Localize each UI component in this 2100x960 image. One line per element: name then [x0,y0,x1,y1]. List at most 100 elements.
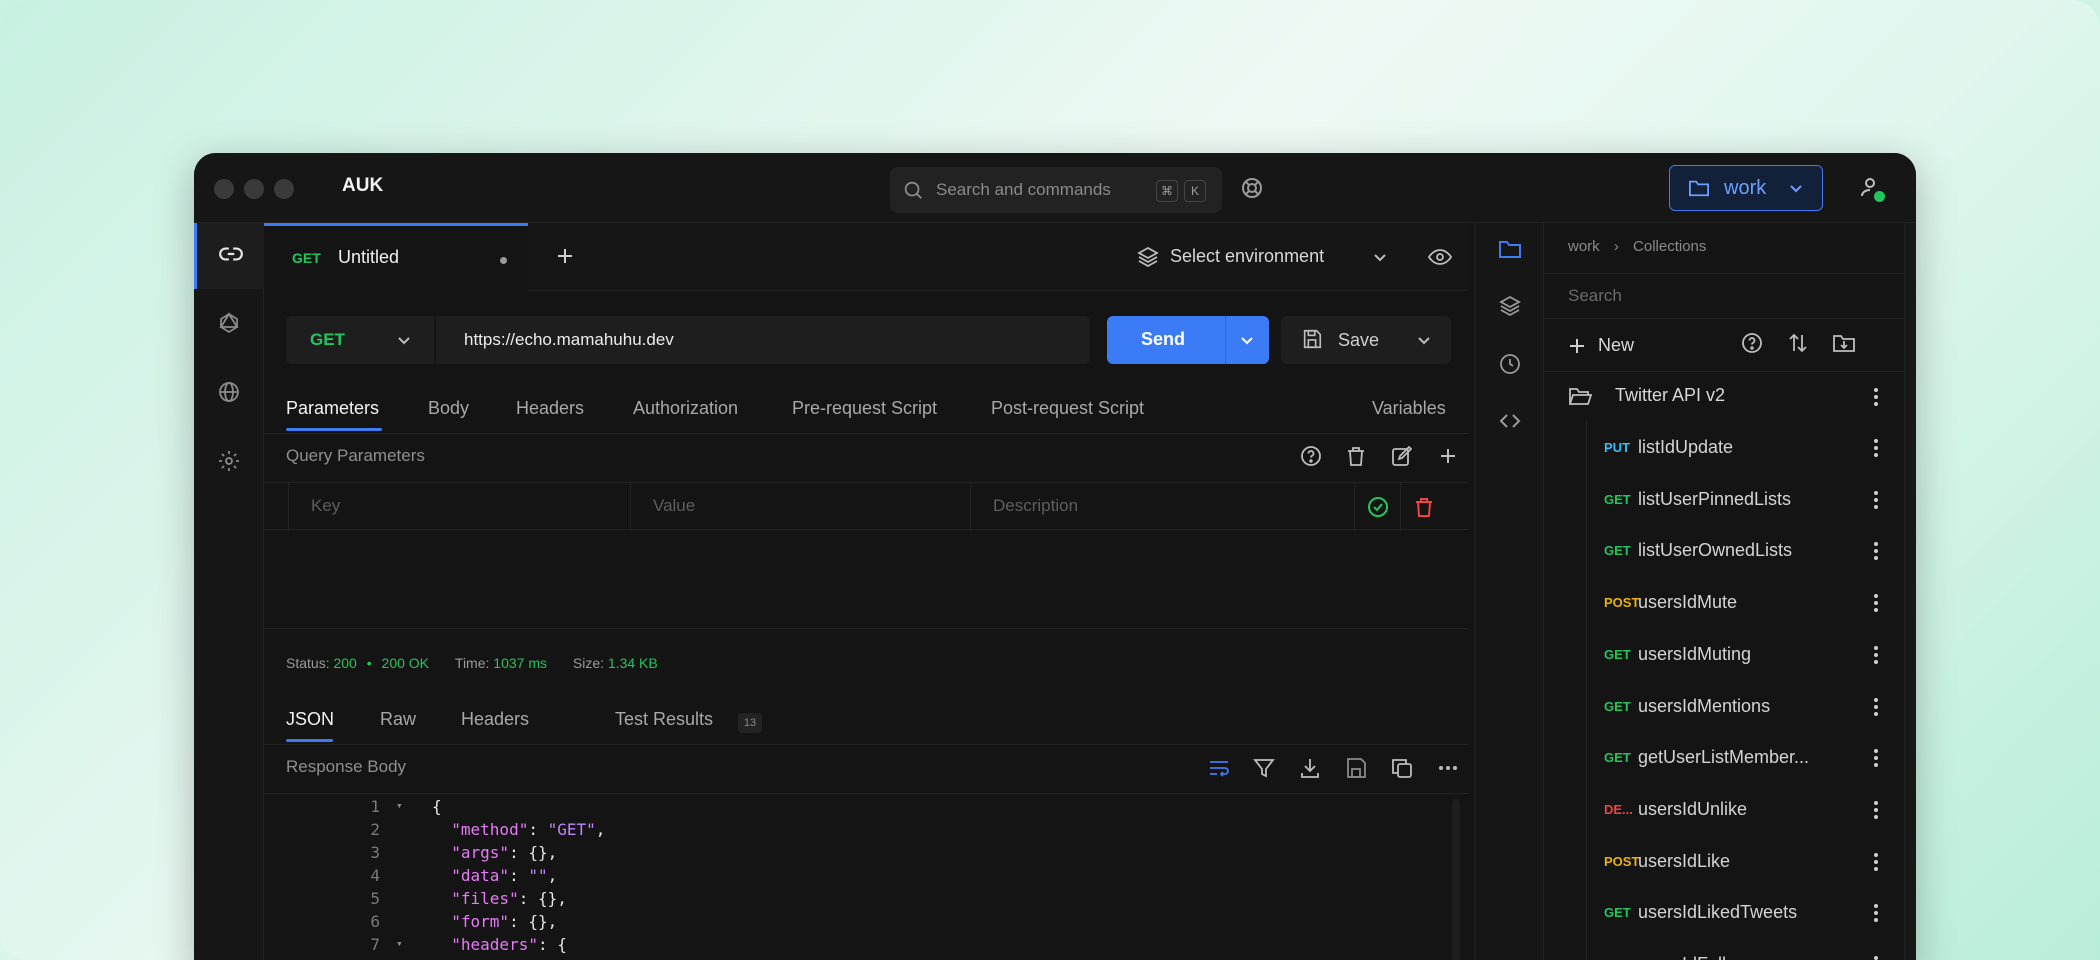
code-line: 6 "form": {}, [264,912,1468,935]
tab-pre-request-script[interactable]: Pre-request Script [792,398,937,419]
more-vertical-icon[interactable] [1864,850,1888,879]
help-icon[interactable] [1299,444,1323,473]
collections-search-input[interactable] [1544,273,1904,319]
unsaved-dot[interactable] [500,257,507,264]
collection-request-item[interactable]: POSTusersIdFollow [1586,940,1904,960]
tab-raw[interactable]: Raw [380,709,416,730]
copy-icon[interactable] [1390,756,1414,785]
collection-folder[interactable]: Twitter API v2 [1544,371,1904,421]
breadcrumb-item-workspace[interactable]: work [1568,238,1600,255]
more-vertical-icon[interactable] [1864,539,1888,568]
command-search[interactable]: Search and commands ⌘ K [890,167,1222,213]
save-button[interactable]: Save [1281,316,1451,364]
chevron-right-icon: › [1613,238,1619,255]
collection-request-item[interactable]: PUT listIdUpdate [1586,423,1904,475]
send-button[interactable]: Send [1107,316,1269,364]
more-vertical-icon[interactable] [1864,798,1888,827]
fold-toggle-icon[interactable]: ▾ [396,937,403,950]
more-vertical-icon[interactable] [1864,695,1888,724]
environment-selector[interactable]: Select environment [1128,223,1408,291]
rail-item-history[interactable] [1475,338,1545,394]
more-vertical-icon[interactable] [1864,436,1888,465]
code-scrollbar[interactable] [1452,799,1460,960]
fold-toggle-icon[interactable]: ▾ [396,799,403,812]
request-method-badge: DE... [1604,801,1633,817]
more-vertical-icon[interactable] [1864,643,1888,672]
tab-authorization[interactable]: Authorization [633,398,738,419]
window-close-button[interactable] [214,179,234,199]
collection-request-item[interactable]: GET listUserPinnedLists [1586,475,1904,527]
tab-variables[interactable]: Variables [1372,398,1446,419]
right-sidebar-rail [1474,223,1544,960]
collection-request-item[interactable]: GET usersIdLikedTweets [1586,888,1904,940]
more-vertical-icon[interactable] [1864,901,1888,930]
more-options-icon[interactable] [1436,756,1460,785]
import-icon[interactable] [1832,331,1856,360]
check-circle-icon[interactable] [1366,495,1390,524]
collection-request-item[interactable]: GET listUserOwnedLists [1586,526,1904,578]
edit-icon[interactable] [1390,444,1414,473]
chevron-down-icon [1788,180,1804,201]
collection-request-item[interactable]: GET usersIdMentions [1586,682,1904,734]
param-description-field[interactable]: Description [970,483,1354,531]
tab-headers[interactable]: Headers [516,398,584,419]
code-line: 4 "data": "", [264,866,1468,889]
rail-item-collections[interactable] [1475,223,1545,279]
more-vertical-icon[interactable] [1864,591,1888,620]
save-response-icon[interactable] [1344,756,1368,785]
breadcrumb-item-collections[interactable]: Collections [1633,238,1706,255]
collections-scrollbar[interactable] [1904,223,1916,960]
param-key-field[interactable]: Key [288,483,630,531]
sort-icon[interactable] [1786,331,1810,360]
download-icon[interactable] [1298,756,1322,785]
collection-request-item[interactable]: DE... usersIdUnlike [1586,785,1904,837]
method-select[interactable]: GET [286,316,434,364]
eye-icon[interactable] [1427,247,1453,272]
rail-item-graphql[interactable] [194,292,264,358]
tab-post-request-script[interactable]: Post-request Script [991,398,1144,419]
support-icon[interactable] [1240,176,1264,205]
rail-item-settings[interactable] [194,430,264,496]
help-icon[interactable] [1740,331,1764,360]
add-parameter-icon[interactable] [1436,444,1460,473]
folder-icon [1498,238,1522,265]
trash-icon[interactable] [1344,444,1368,473]
tab-test-results[interactable]: Test Results [615,709,713,730]
tab-body[interactable]: Body [428,398,469,419]
collection-request-item[interactable]: POST usersIdLike [1586,837,1904,889]
tab-response-headers[interactable]: Headers [461,709,529,730]
request-name: usersIdLike [1638,850,1731,871]
code-icon [1498,409,1522,438]
window-maximize-button[interactable] [274,179,294,199]
window-minimize-button[interactable] [244,179,264,199]
tab-parameters[interactable]: Parameters [286,398,379,419]
rail-item-realtime[interactable] [194,361,264,427]
rail-item-environments[interactable] [1475,280,1545,336]
url-input[interactable] [436,316,1090,364]
more-vertical-icon[interactable] [1864,488,1888,517]
wrap-lines-icon[interactable] [1207,756,1231,785]
code-line: 3 "args": {}, [264,843,1468,866]
collection-request-item[interactable]: POST usersIdMute [1586,578,1904,630]
response-code-editor[interactable]: 1 ▾ { 2 "method": "GET", 3 "args": {}, 4… [264,797,1468,960]
collection-request-item[interactable]: GET usersIdMuting [1586,630,1904,682]
more-vertical-icon[interactable] [1864,746,1888,775]
add-tab-icon[interactable] [554,245,576,272]
workspace-selector[interactable]: work [1669,165,1823,211]
collections-panel: work › Collections New [1544,223,1916,960]
save-options-chevron-icon[interactable] [1416,332,1432,353]
more-vertical-icon[interactable] [1864,953,1888,960]
rail-item-rest[interactable] [194,223,264,289]
filter-icon[interactable] [1252,756,1276,785]
code-token: : [537,935,558,954]
request-method-badge: GET [1604,646,1631,662]
send-options-chevron-icon[interactable] [1239,332,1255,353]
more-vertical-icon[interactable] [1864,385,1888,414]
delete-row-icon[interactable] [1412,495,1436,524]
collection-request-item[interactable]: GET getUserListMember... [1586,733,1904,785]
active-tab-indicator [286,428,382,431]
rail-item-code[interactable] [1475,395,1545,451]
tab-json[interactable]: JSON [286,709,334,730]
request-tab[interactable]: GET Untitled [264,223,528,291]
param-value-field[interactable]: Value [630,483,970,531]
